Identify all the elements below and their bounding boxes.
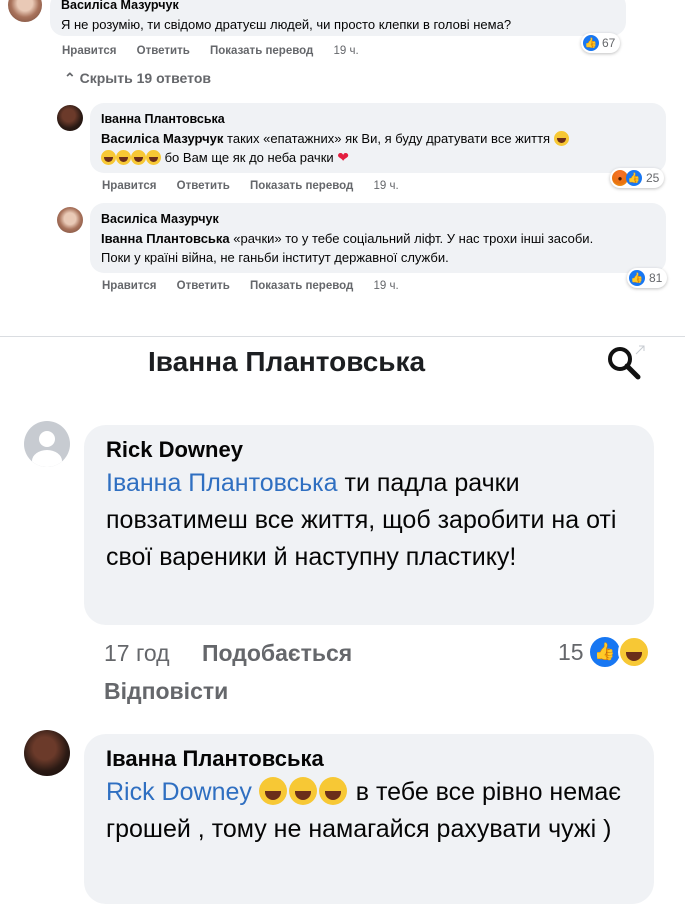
like-icon: 👍 xyxy=(629,270,645,286)
comment-bubble: Василіса Мазурчук Я не розумію, ти свідо… xyxy=(50,0,626,36)
comment-bubble: Rick Downey Іванна Плантовська ти падла … xyxy=(84,425,654,625)
mention-tag[interactable]: Rick Downey xyxy=(106,778,252,806)
laughing-emoji-icon xyxy=(146,150,161,165)
reply-author[interactable]: Василіса Мазурчук xyxy=(101,210,655,229)
reply-actions: Нравится Ответить Показать перевод 19 ч. xyxy=(102,180,416,192)
page-title: Іванна Плантовська xyxy=(148,346,426,377)
comment-author[interactable]: Іванна Плантовська xyxy=(106,744,632,774)
timestamp[interactable]: 19 ч. xyxy=(374,280,399,292)
comment-text: Rick Downey в тебе все рівно немає гроше… xyxy=(106,777,621,843)
laughing-emoji-icon xyxy=(318,777,347,805)
comment-actions: Нравится Ответить Показать перевод 19 ч. xyxy=(62,45,376,57)
translate-link[interactable]: Показать перевод xyxy=(250,280,353,292)
avatar[interactable] xyxy=(8,0,42,22)
comment-author[interactable]: Rick Downey xyxy=(106,435,632,465)
comment-actions: 17 год Подобається xyxy=(104,640,352,667)
like-icon: 👍 xyxy=(587,635,622,669)
reply-actions: Нравится Ответить Показать перевод 19 ч. xyxy=(102,280,416,292)
section-divider xyxy=(0,336,685,337)
reply-link[interactable]: Ответить xyxy=(177,180,230,192)
reply-bubble: Іванна Плантовська Василіса Мазурчук так… xyxy=(90,103,666,173)
timestamp[interactable]: 19 ч. xyxy=(374,180,399,192)
timestamp[interactable]: 17 год xyxy=(104,640,170,666)
reaction-summary[interactable]: 15 👍 xyxy=(558,635,652,669)
laughing-emoji-icon xyxy=(101,150,116,165)
like-link[interactable]: Подобається xyxy=(202,640,352,666)
laughing-emoji-icon xyxy=(116,150,131,165)
laughing-emoji-icon xyxy=(553,131,569,146)
mention-tag[interactable]: Іванна Плантовська xyxy=(106,469,338,497)
reply-link[interactable]: Ответить xyxy=(137,45,190,57)
like-link[interactable]: Нравится xyxy=(102,280,156,292)
comment-text: Я не розумію, ти свідомо дратуєш людей, … xyxy=(61,17,512,32)
comment-author[interactable]: Василіса Мазурчук xyxy=(61,0,615,15)
timestamp[interactable]: 19 ч. xyxy=(334,45,359,57)
avatar[interactable] xyxy=(24,421,70,467)
avatar[interactable] xyxy=(24,730,70,776)
laughing-emoji-icon xyxy=(258,777,287,805)
heart-emoji-icon: ❤ xyxy=(337,149,350,165)
reaction-summary[interactable]: ● 👍 25 xyxy=(610,168,665,188)
reaction-summary[interactable]: 👍 67 xyxy=(581,33,621,53)
laughing-emoji-icon xyxy=(288,777,317,805)
laughing-emoji-icon xyxy=(617,636,650,668)
like-link[interactable]: Нравится xyxy=(62,45,116,57)
search-icon[interactable] xyxy=(606,345,646,381)
reply-link[interactable]: Відповісти xyxy=(104,678,228,705)
translate-link[interactable]: Показать перевод xyxy=(210,45,313,57)
laughing-emoji-icon xyxy=(131,150,146,165)
like-link[interactable]: Нравится xyxy=(102,180,156,192)
mention-tag[interactable]: Іванна Плантовська xyxy=(101,231,230,246)
mention-tag[interactable]: Василіса Мазурчук xyxy=(101,131,223,146)
reply-link[interactable]: Ответить xyxy=(177,280,230,292)
reply-text: Василіса Мазурчук таких «епатажних» як В… xyxy=(101,129,655,167)
like-icon: 👍 xyxy=(583,35,599,51)
comment-bubble: Іванна Плантовська Rick Downey в тебе вс… xyxy=(84,734,654,904)
hide-replies-button[interactable]: ⌃ Скрыть 19 ответов xyxy=(64,70,211,87)
avatar[interactable] xyxy=(57,207,83,233)
reply-bubble: Василіса Мазурчук Іванна Плантовська «ра… xyxy=(90,203,666,273)
chevron-up-icon: ⌃ xyxy=(64,70,76,86)
reply-text: Іванна Плантовська «рачки» то у тебе соц… xyxy=(101,231,594,265)
like-icon: 👍 xyxy=(626,170,642,186)
comment-text: Іванна Плантовська ти падла рачки повзат… xyxy=(106,469,617,571)
translate-link[interactable]: Показать перевод xyxy=(250,180,353,192)
avatar[interactable] xyxy=(57,105,83,131)
reply-author[interactable]: Іванна Плантовська xyxy=(101,110,655,129)
reaction-summary[interactable]: 👍 81 xyxy=(627,268,668,288)
